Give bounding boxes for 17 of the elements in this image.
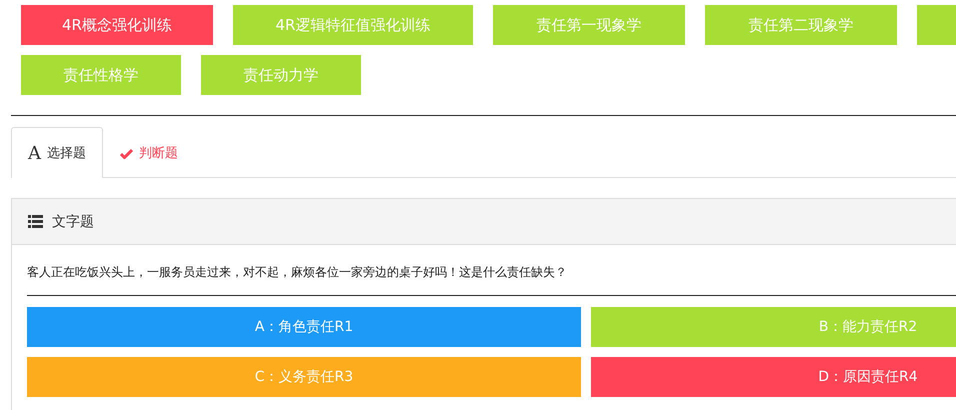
category-button[interactable]: 责任第一现象学	[493, 5, 685, 45]
category-button[interactable]: 责任动力学	[201, 55, 361, 95]
tab[interactable]: 判断题	[103, 127, 195, 178]
answer-option[interactable]: B：能力责任R2	[591, 307, 956, 347]
answer-option[interactable]: A：角色责任R1	[27, 307, 581, 347]
category-button[interactable]: 4R逻辑特征值强化训练	[233, 5, 473, 45]
tab[interactable]: A 选择题	[11, 127, 103, 178]
category-button[interactable]: 4R概念强化训练	[21, 5, 213, 45]
letter-icon: A	[28, 142, 41, 164]
category-button[interactable]: 责任性格学	[21, 55, 181, 95]
category-button[interactable]: 责任第二现象学	[705, 5, 897, 45]
panel-title: 文字题	[52, 212, 94, 230]
check-icon	[120, 148, 133, 158]
list-icon	[28, 215, 43, 228]
question-text: 客人正在吃饭兴头上，一服务员走过来，对不起，麻烦各位一家旁边的桌子好吗！这是什么责任缺失？	[27, 264, 568, 281]
answer-option[interactable]: C：义务责任R3	[27, 357, 581, 397]
answer-option[interactable]: D：原因责任R4	[591, 357, 956, 397]
